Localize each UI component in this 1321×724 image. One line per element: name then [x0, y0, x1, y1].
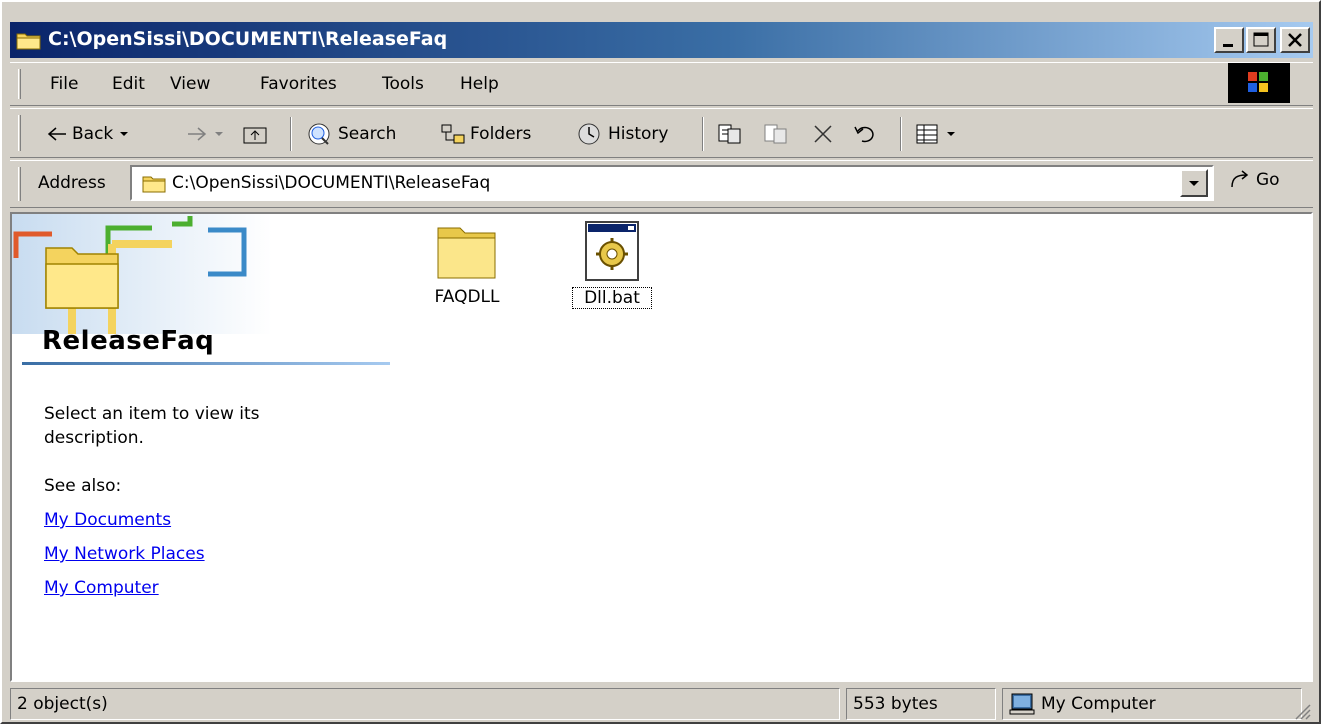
file-name: Dll.bat [572, 287, 652, 309]
folders-icon [441, 124, 465, 144]
forward-button[interactable] [186, 119, 226, 149]
close-button[interactable] [1280, 27, 1310, 53]
status-bar: 2 object(s) 553 bytes My Computer [10, 686, 1313, 722]
toolbar-separator [290, 117, 292, 151]
chevron-down-icon [120, 132, 129, 136]
windows-flag-icon [1248, 72, 1268, 92]
windows-logo [1228, 63, 1290, 103]
folder-view[interactable]: ReleaseFaq Select an item to view its de… [10, 212, 1313, 682]
toolbar-separator [702, 117, 704, 151]
copy-to-button[interactable] [762, 119, 790, 149]
menu-tools[interactable]: Tools [382, 74, 424, 94]
folder-title: ReleaseFaq [42, 326, 215, 356]
file-item-faqdll[interactable]: FAQDLL [422, 222, 512, 307]
link-my-documents[interactable]: My Documents [44, 510, 171, 530]
menu-file[interactable]: File [50, 74, 78, 94]
menu-view[interactable]: View [170, 74, 210, 94]
menu-bar: File Edit View Favorites Tools Help [10, 62, 1313, 106]
menu-favorites[interactable]: Favorites [260, 74, 337, 94]
toolbar-grip[interactable] [18, 115, 21, 151]
folders-label: Folders [470, 124, 532, 144]
back-arrow-icon [47, 127, 66, 141]
address-grip[interactable] [18, 167, 21, 201]
chevron-down-icon [947, 132, 955, 136]
title-bar[interactable]: C:\OpenSissi\DOCUMENTI\ReleaseFaq [10, 22, 1313, 58]
standard-toolbar: Back Search Folders History [10, 108, 1313, 158]
link-my-network-places[interactable]: My Network Places [44, 544, 205, 564]
status-objects-text: 2 object(s) [17, 694, 108, 714]
close-icon [1288, 33, 1302, 47]
file-name: FAQDLL [434, 287, 500, 307]
back-label: Back [72, 124, 114, 144]
file-item-dll-bat[interactable]: Dll.bat [572, 220, 652, 309]
description-text: Select an item to view its description. [44, 404, 260, 448]
go-label: Go [1256, 170, 1280, 190]
folders-button[interactable]: Folders [440, 119, 531, 149]
minimize-icon [1223, 44, 1233, 47]
address-label: Address [38, 173, 106, 193]
maximize-icon [1253, 32, 1269, 47]
undo-icon [854, 126, 874, 143]
up-folder-button[interactable] [242, 119, 268, 149]
views-button[interactable] [914, 119, 958, 149]
folder-icon [437, 227, 496, 279]
up-folder-icon [243, 127, 267, 144]
status-size-text: 553 bytes [853, 694, 938, 714]
move-to-icon [718, 124, 741, 144]
link-my-computer[interactable]: My Computer [44, 578, 159, 598]
folder-icon [142, 176, 166, 193]
menu-edit[interactable]: Edit [112, 74, 145, 94]
window-title: C:\OpenSissi\DOCUMENTI\ReleaseFaq [48, 28, 448, 50]
chevron-down-icon [1189, 181, 1199, 186]
forward-arrow-icon [188, 127, 207, 141]
address-dropdown-button[interactable] [1180, 169, 1208, 197]
see-also-label: See also: [44, 476, 122, 496]
go-arrow-icon [1231, 170, 1249, 188]
resize-grip-icon[interactable] [1291, 700, 1311, 720]
back-button[interactable]: Back [46, 119, 131, 149]
pane-divider [22, 362, 390, 365]
search-label: Search [338, 124, 397, 144]
menu-help[interactable]: Help [460, 74, 499, 94]
delete-button[interactable] [810, 119, 836, 149]
large-folder-icon [12, 214, 272, 334]
history-label: History [608, 124, 669, 144]
history-icon [578, 123, 600, 145]
status-zone-text: My Computer [1041, 694, 1156, 714]
copy-to-icon [764, 124, 787, 144]
address-input[interactable]: C:\OpenSissi\DOCUMENTI\ReleaseFaq [130, 165, 1214, 201]
history-button[interactable]: History [576, 119, 668, 149]
address-value: C:\OpenSissi\DOCUMENTI\ReleaseFaq [172, 173, 491, 193]
search-button[interactable]: Search [306, 119, 396, 149]
minimize-button[interactable] [1214, 27, 1244, 53]
views-icon [916, 124, 938, 144]
chevron-down-icon [215, 132, 223, 136]
maximize-button[interactable] [1246, 27, 1276, 53]
web-view-pane: ReleaseFaq Select an item to view its de… [12, 214, 392, 674]
go-button[interactable]: Go [1228, 169, 1280, 191]
move-to-button[interactable] [716, 119, 744, 149]
status-size: 553 bytes [846, 688, 996, 720]
status-zone: My Computer [1002, 688, 1302, 720]
delete-x-icon [814, 125, 832, 143]
toolbar-separator [900, 117, 902, 151]
address-bar: Address C:\OpenSissi\DOCUMENTI\ReleaseFa… [10, 160, 1313, 208]
search-icon [308, 123, 330, 145]
folder-icon [16, 33, 41, 50]
explorer-window: C:\OpenSissi\DOCUMENTI\ReleaseFaq File E… [0, 0, 1321, 724]
undo-button[interactable] [852, 119, 880, 149]
menu-grip[interactable] [18, 69, 21, 99]
my-computer-icon [1009, 693, 1035, 715]
status-objects: 2 object(s) [10, 688, 840, 720]
batch-file-icon [585, 221, 639, 281]
